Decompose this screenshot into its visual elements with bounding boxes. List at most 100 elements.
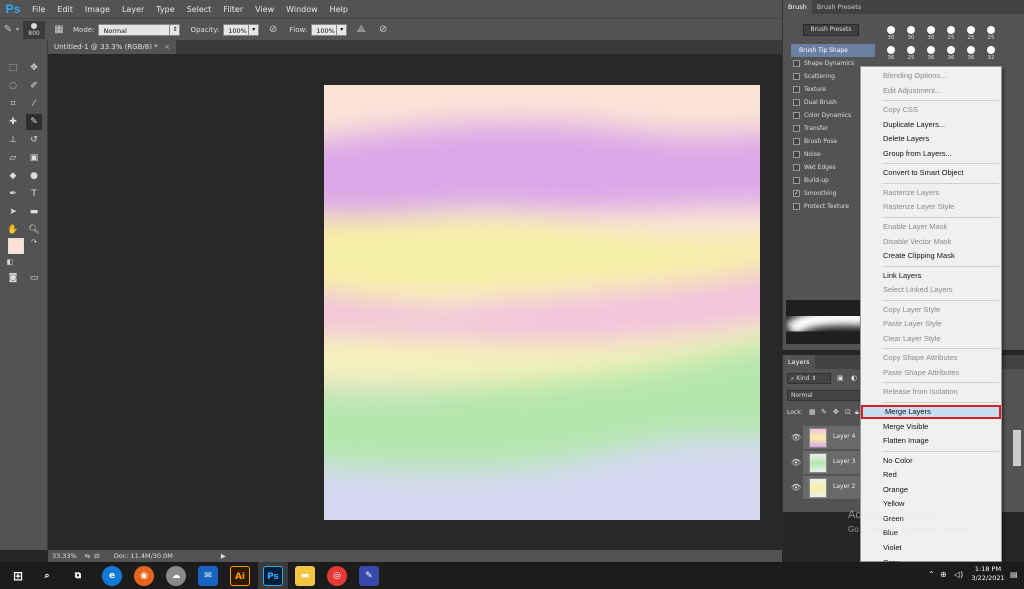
menu-layer[interactable]: Layer <box>116 5 150 14</box>
tab-brush[interactable]: Brush <box>783 0 812 14</box>
brush-size-picker[interactable]: 800 <box>23 20 46 39</box>
opacity-input[interactable]: 100% <box>223 23 250 36</box>
filter-image-icon[interactable]: ▣ <box>837 374 844 382</box>
quick-mask-icon[interactable]: ◙ <box>5 270 21 286</box>
option-checkbox[interactable] <box>793 203 800 210</box>
brush-tip-preset[interactable]: 32 <box>981 46 1001 62</box>
option-checkbox[interactable] <box>793 60 800 67</box>
history-brush-icon[interactable]: ↺ <box>26 132 42 148</box>
option-checkbox[interactable] <box>793 125 800 132</box>
menu-filter[interactable]: Filter <box>217 5 249 14</box>
menu-type[interactable]: Type <box>150 5 180 14</box>
timeline-icon[interactable]: ⊟ <box>94 552 99 560</box>
mode-dropdown-icon[interactable]: ⇕ <box>170 23 181 36</box>
marquee-tool-icon[interactable]: ⬚ <box>5 60 21 76</box>
windows-start-icon[interactable]: ⊞ <box>8 566 28 586</box>
preset-dropdown-icon[interactable]: ▾ <box>16 26 19 33</box>
flow-input[interactable]: 100% <box>311 23 338 36</box>
show-hidden-icons[interactable]: ⌃ <box>928 570 935 579</box>
option-checkbox[interactable] <box>793 164 800 171</box>
brush-tip-preset[interactable]: 36 <box>941 46 961 62</box>
context-menu-item-flatten-image[interactable]: Flatten Image <box>861 434 1001 448</box>
brush-tip-preset[interactable]: 30 <box>921 26 941 42</box>
mode-select[interactable]: Normal <box>98 23 171 36</box>
dodge-tool-icon[interactable]: ● <box>26 168 42 184</box>
illustrator-icon[interactable]: Ai <box>230 566 250 586</box>
context-menu-item-link-layers[interactable]: Link Layers <box>861 269 1001 283</box>
chrome-icon[interactable]: ◎ <box>327 566 347 586</box>
context-menu-item-convert-to-smart-object[interactable]: Convert to Smart Object <box>861 166 1001 180</box>
menu-window[interactable]: Window <box>280 5 324 14</box>
brush-presets-button[interactable]: Brush Presets <box>803 24 859 36</box>
document-tab[interactable]: Untitled-1 @ 33.3% (RGB/8) * × <box>48 40 176 54</box>
brush-tool-icon[interactable]: ✎ <box>26 114 42 130</box>
context-menu-item-group-from-layers[interactable]: Group from Layers... <box>861 147 1001 161</box>
context-menu-item-merge-layers[interactable]: Merge Layers <box>861 405 1001 419</box>
option-checkbox[interactable] <box>793 112 800 119</box>
airbrush-icon[interactable]: ⟁ <box>353 22 369 38</box>
crop-tool-icon[interactable]: ⌗ <box>5 96 21 112</box>
firefox-icon[interactable]: ◉ <box>134 566 154 586</box>
gradient-tool-icon[interactable]: ▣ <box>26 150 42 166</box>
brush-tip-preset[interactable]: 25 <box>981 26 1001 42</box>
eye-icon[interactable]: 👁︎ <box>791 483 801 492</box>
menu-help[interactable]: Help <box>324 5 354 14</box>
mail-icon[interactable]: ✉ <box>198 566 218 586</box>
context-menu-item-violet[interactable]: Violet <box>861 541 1001 555</box>
brush-tip-preset[interactable]: 25 <box>901 46 921 62</box>
path-select-icon[interactable]: ➤ <box>5 204 21 220</box>
edge-icon[interactable]: e <box>102 566 122 586</box>
brush-tip-preset[interactable]: 36 <box>961 46 981 62</box>
context-menu-item-red[interactable]: Red <box>861 468 1001 482</box>
brush-panel-toggle-icon[interactable]: ▦ <box>51 22 67 38</box>
brush-tip-preset[interactable]: 36 <box>881 46 901 62</box>
photoshop-taskbar-icon[interactable]: Ps <box>263 566 283 586</box>
blur-tool-icon[interactable]: ◆ <box>5 168 21 184</box>
context-menu-item-orange[interactable]: Orange <box>861 483 1001 497</box>
paint-icon[interactable]: ✎ <box>359 566 379 586</box>
layer-filter-kind[interactable]: ⌕ Kind ⇕ <box>787 373 831 384</box>
option-checkbox[interactable] <box>793 99 800 106</box>
share-icon[interactable]: ⇆ <box>85 552 90 560</box>
brush-tip-preset[interactable]: 30 <box>901 26 921 42</box>
brush-tip-preset[interactable]: 30 <box>881 26 901 42</box>
system-clock[interactable]: 1:18 PM 3/22/2021 <box>968 565 1008 583</box>
menu-file[interactable]: File <box>26 5 51 14</box>
close-tab-icon[interactable]: × <box>164 40 170 54</box>
option-checkbox[interactable] <box>793 138 800 145</box>
lock-all-icon[interactable]: 🔒︎ <box>855 408 859 417</box>
eraser-tool-icon[interactable]: ▱ <box>5 150 21 166</box>
screen-mode-icon[interactable]: ▭ <box>26 270 42 286</box>
notifications-icon[interactable]: ▤ <box>1010 570 1018 579</box>
menu-view[interactable]: View <box>249 5 280 14</box>
context-menu-item-delete-layers[interactable]: Delete Layers <box>861 132 1001 146</box>
option-checkbox[interactable] <box>793 73 800 80</box>
opacity-dropdown-icon[interactable]: ▾ <box>249 23 260 36</box>
app-icon[interactable]: ☁ <box>166 566 186 586</box>
pen-tool-icon[interactable]: ✒ <box>5 186 21 202</box>
status-arrow-icon[interactable]: ▶ <box>221 552 226 560</box>
zoom-level[interactable]: 33.33% <box>52 552 77 560</box>
brush-tip-shape-item[interactable]: Brush Tip Shape <box>791 44 875 57</box>
option-checkbox[interactable] <box>793 151 800 158</box>
layers-scrollbar[interactable] <box>1013 430 1021 466</box>
pressure-size-icon[interactable]: ⊘ <box>375 22 391 38</box>
foreground-color-swatch[interactable] <box>8 238 24 254</box>
eye-icon[interactable]: 👁︎ <box>791 458 801 467</box>
context-menu-item-duplicate-layers[interactable]: Duplicate Layers... <box>861 118 1001 132</box>
context-menu-item-create-clipping-mask[interactable]: Create Clipping Mask <box>861 249 1001 263</box>
context-menu-item-no-color[interactable]: No Color <box>861 454 1001 468</box>
default-colors-icon[interactable]: ◧ <box>2 254 18 270</box>
option-checkbox[interactable] <box>793 177 800 184</box>
file-explorer-icon[interactable]: ▬ <box>295 566 315 586</box>
quick-select-tool-icon[interactable]: ✐ <box>26 78 42 94</box>
healing-brush-icon[interactable]: ✚ <box>5 114 21 130</box>
brush-tip-preset[interactable]: 25 <box>941 26 961 42</box>
menu-edit[interactable]: Edit <box>51 5 79 14</box>
brush-tip-preset[interactable]: 36 <box>921 46 941 62</box>
context-menu-item-merge-visible[interactable]: Merge Visible <box>861 420 1001 434</box>
lock-move-icon[interactable]: ✥ <box>833 408 839 416</box>
option-checkbox[interactable] <box>793 86 800 93</box>
volume-icon[interactable]: ◁) <box>954 570 963 579</box>
network-icon[interactable]: ⊕ <box>940 570 947 579</box>
